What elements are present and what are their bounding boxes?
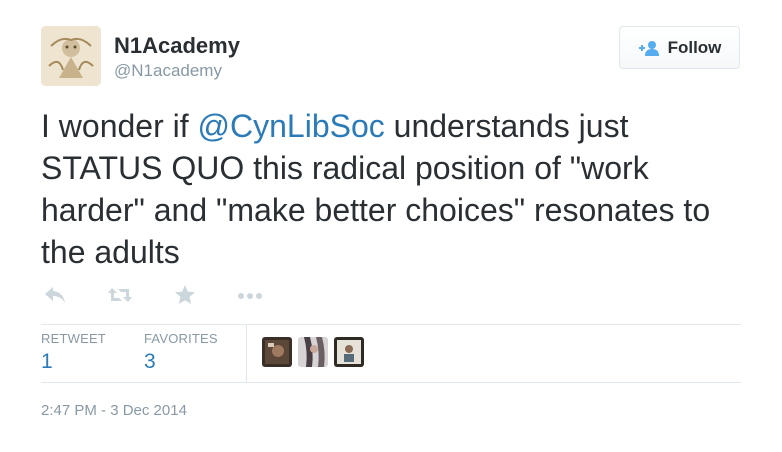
profile-avatar[interactable] xyxy=(41,26,101,86)
user-avatar-2[interactable] xyxy=(298,337,328,367)
retweet-value: 1 xyxy=(41,350,53,373)
add-user-icon xyxy=(638,40,659,56)
favorites-label: FAVORITES xyxy=(144,331,218,346)
n1academy-logo-icon xyxy=(41,26,101,86)
favorite-count[interactable]: FAVORITES 3 xyxy=(144,331,218,374)
retweet-icon[interactable] xyxy=(106,284,134,311)
display-name[interactable]: N1Academy xyxy=(114,33,240,59)
retweet-label: RETWEET xyxy=(41,331,106,346)
stats-separator xyxy=(246,325,247,382)
tweet-text-start: I wonder if xyxy=(41,108,198,144)
user-avatar-1[interactable] xyxy=(262,337,292,367)
more-icon[interactable] xyxy=(236,284,264,311)
tweet-timestamp[interactable]: 2:47 PM - 3 Dec 2014 xyxy=(41,402,187,419)
mention-link[interactable]: @CynLibSoc xyxy=(198,108,385,144)
user-avatar-3[interactable] xyxy=(334,337,364,367)
screen-name[interactable]: @N1academy xyxy=(114,61,222,81)
follow-button-label: Follow xyxy=(667,37,722,57)
tweet-text: I wonder if @CynLibSoc understands just … xyxy=(41,105,741,273)
favorites-value: 3 xyxy=(144,350,156,373)
star-icon[interactable] xyxy=(174,284,196,311)
reply-icon[interactable] xyxy=(43,284,67,311)
follow-button[interactable]: Follow xyxy=(619,26,740,69)
retweet-count[interactable]: RETWEET 1 xyxy=(41,331,106,374)
divider xyxy=(41,382,741,383)
divider xyxy=(41,324,741,325)
